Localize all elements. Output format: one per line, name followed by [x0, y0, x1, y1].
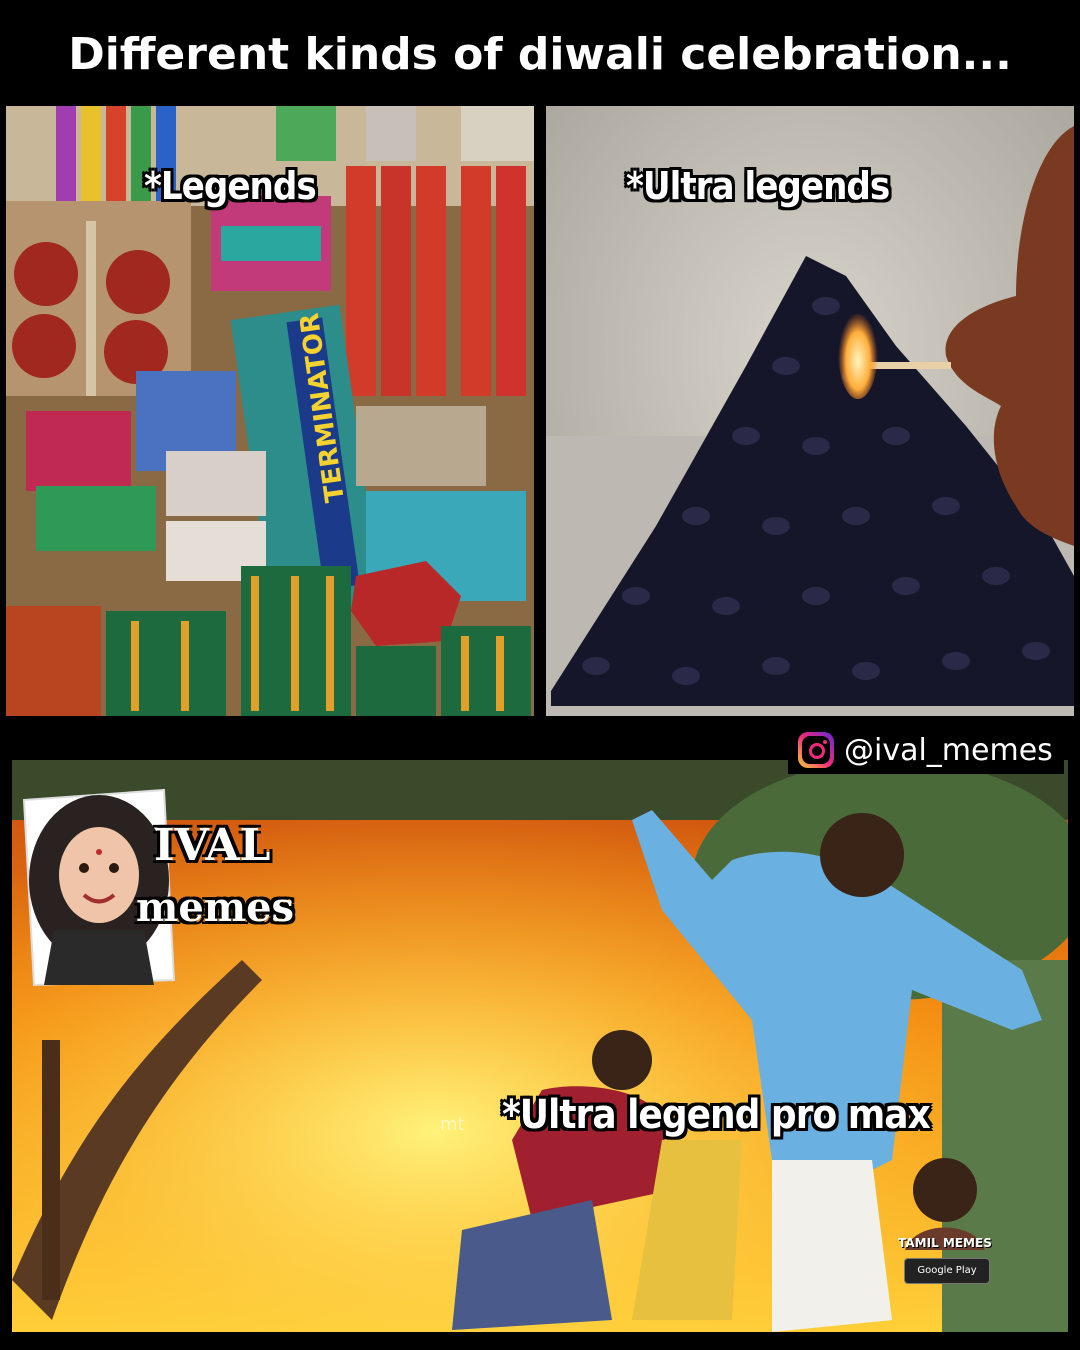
instagram-icon	[798, 732, 834, 768]
watermark-mt: mt	[440, 1114, 465, 1135]
sticker-line-ival: IVAL	[154, 820, 271, 871]
label-ultra-legend-pro-max: *Ultra legend pro max	[502, 1092, 931, 1138]
instagram-handle-badge[interactable]: @ival_memes	[788, 726, 1064, 774]
ival-memes-sticker: IVAL memes	[14, 780, 294, 990]
google-play-badge[interactable]: Google Play	[904, 1258, 990, 1284]
tamil-memes-avatar-icon	[905, 1158, 985, 1250]
label-ultra-legends: *Ultra legends	[626, 164, 890, 208]
sticker-line-memes: memes	[136, 884, 295, 931]
panel-ultra-legends: *Ultra legends	[546, 106, 1074, 716]
tamil-memes-text: TAMIL MEMES	[898, 1236, 992, 1250]
label-legends: *Legends	[144, 164, 317, 208]
instagram-handle: @ival_memes	[844, 732, 1053, 768]
panel-legends: TERMINATOR *Legends	[6, 106, 534, 716]
meme-title: Different kinds of diwali celebration...	[68, 29, 1012, 80]
